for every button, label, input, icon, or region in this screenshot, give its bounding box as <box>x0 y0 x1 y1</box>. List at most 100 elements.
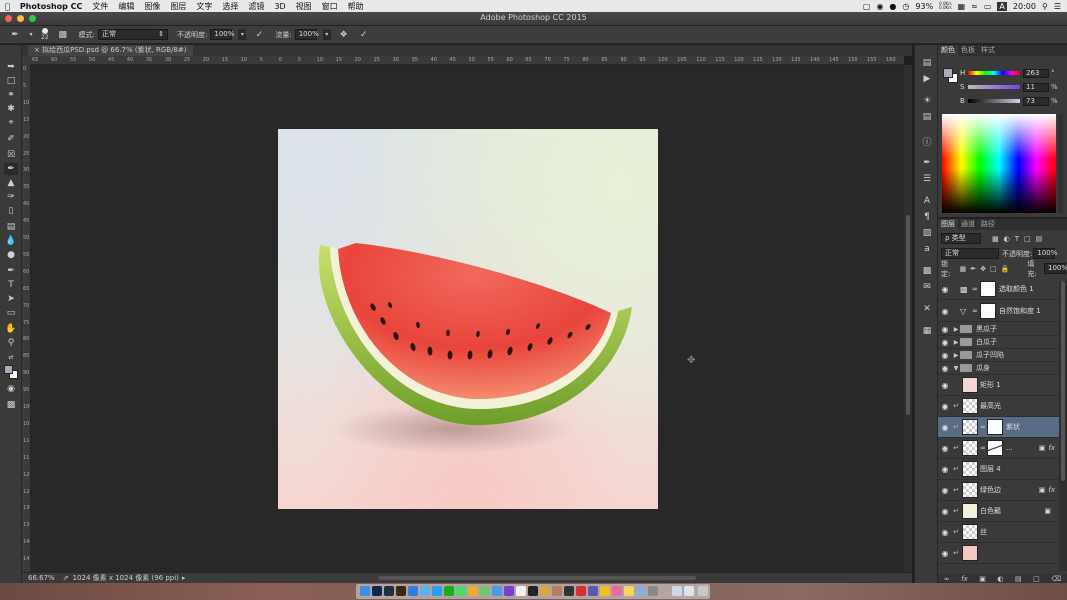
maps-icon[interactable] <box>480 586 490 596</box>
visibility-eye-icon[interactable]: ◉ <box>938 528 952 537</box>
share-icon[interactable]: ⇗ <box>63 574 69 582</box>
history-brush-tool-icon[interactable]: ✑ <box>4 191 18 203</box>
filter-type-icon[interactable]: T <box>1015 235 1019 243</box>
blend-mode-select[interactable]: 正常 <box>941 248 999 259</box>
app-store-icon[interactable] <box>408 586 418 596</box>
color-spectrum[interactable] <box>942 114 1056 213</box>
brightness-input[interactable]: 73 <box>1023 96 1049 106</box>
gradient-tool-icon[interactable]: ▤ <box>4 221 18 233</box>
canvas-area[interactable]: ✥ <box>31 65 904 572</box>
layer-mask-thumbnail[interactable] <box>987 419 1003 435</box>
vertical-ruler[interactable]: 0 5 10 15 20 25 30 35 40 45 50 55 60 65 70 75 80 85 90 95 10… <box>22 65 31 572</box>
visibility-eye-icon[interactable]: ◉ <box>938 351 952 360</box>
menu-layer[interactable]: 图层 <box>165 1 191 12</box>
pressure-opacity-icon[interactable]: ✓ <box>252 28 266 42</box>
layers-scrollbar[interactable] <box>1059 281 1067 571</box>
spectrum-scroll[interactable] <box>1058 114 1063 213</box>
filter-shape-icon[interactable]: □ <box>1024 235 1031 243</box>
itunes-icon[interactable] <box>612 586 622 596</box>
battery-icon[interactable]: ▭ <box>984 2 992 11</box>
brush-tool-icon[interactable]: ✒ <box>8 28 22 42</box>
chevron-right-icon[interactable]: ▶ <box>952 339 960 346</box>
visibility-eye-icon[interactable]: ◉ <box>938 549 952 558</box>
marquee-tool-icon[interactable]: □ <box>4 75 18 87</box>
close-tab-icon[interactable]: × <box>34 46 40 54</box>
fill-input[interactable]: 100% <box>1044 263 1067 274</box>
menu-select[interactable]: 选择 <box>217 1 243 12</box>
notes-icon[interactable]: ✉ <box>920 281 934 293</box>
visibility-eye-icon[interactable]: ◉ <box>938 423 952 432</box>
clock-time[interactable]: 20:00 <box>1013 2 1036 11</box>
eraser-tool-icon[interactable]: ▯ <box>4 205 18 217</box>
pressure-size-icon[interactable]: ✓ <box>357 28 371 42</box>
foreground-color-swatch[interactable] <box>4 365 13 374</box>
layer-effects-icon[interactable]: fx <box>1048 486 1055 494</box>
clone-stamp-tool-icon[interactable]: ▲ <box>4 177 18 189</box>
new-adjustment-icon[interactable]: ◐ <box>997 575 1003 583</box>
layer-group-white-seeds[interactable]: ◉ ▶ 白瓜子 <box>938 336 1059 349</box>
downloads-icon[interactable] <box>672 586 682 596</box>
layer-row-layer-4[interactable]: ◉ ↵ 图层 4 <box>938 459 1059 480</box>
layer-row-vibrance[interactable]: ◉ ▽ ∞ 自然饱和度 1 <box>938 301 1059 322</box>
menu-3d[interactable]: 3D <box>269 2 290 11</box>
tool-presets-icon[interactable]: ✕ <box>920 303 934 315</box>
add-mask-icon[interactable]: ▣ <box>979 575 986 583</box>
canvas-vertical-scrollbar[interactable] <box>904 65 912 572</box>
layer-row-white-pith[interactable]: ◉ ↵ 白色瓤 ▣ <box>938 501 1059 522</box>
clock-icon[interactable]: ◷ <box>902 2 909 11</box>
sliders-icon[interactable]: ☰ <box>920 173 934 185</box>
link-icon[interactable]: ∞ <box>972 307 980 315</box>
layer-thumbnail[interactable] <box>962 377 978 393</box>
wifi-icon[interactable]: ≈ <box>971 2 978 11</box>
cpu-icon[interactable]: ▦ <box>958 2 966 11</box>
trash-icon[interactable]: ⌫ <box>1051 575 1061 583</box>
actions-play-icon[interactable]: ▶ <box>920 73 934 85</box>
visibility-eye-icon[interactable]: ◉ <box>938 307 952 316</box>
brush-preset-picker[interactable]: 22 <box>41 28 49 41</box>
character-icon[interactable]: A <box>920 195 934 207</box>
layer-row-selective-color[interactable]: ◉ ▩ ∞ 选取颜色 1 <box>938 279 1059 300</box>
menu-image[interactable]: 图像 <box>139 1 165 12</box>
screen-mode-icon[interactable]: ▩ <box>4 399 18 411</box>
menu-view[interactable]: 视图 <box>291 1 317 12</box>
github-icon[interactable] <box>564 586 574 596</box>
add-style-icon[interactable]: fx <box>961 575 968 583</box>
hue-slider[interactable] <box>968 71 1020 75</box>
eyedropper-tool-icon[interactable]: ✐ <box>4 133 18 145</box>
preview-icon[interactable] <box>636 586 646 596</box>
saturation-input[interactable]: 11 <box>1023 82 1049 92</box>
search-icon[interactable]: ⚲ <box>1042 2 1048 11</box>
mode-select[interactable]: 正常 ⇕ <box>98 29 168 40</box>
menu-edit[interactable]: 编辑 <box>113 1 139 12</box>
link-layers-icon[interactable]: ∞ <box>944 575 950 583</box>
type-tool-icon[interactable]: T <box>4 279 18 291</box>
tab-color[interactable]: 颜色 <box>938 45 958 56</box>
menu-file[interactable]: 文件 <box>87 1 113 12</box>
new-group-icon[interactable]: ▤ <box>1015 575 1022 583</box>
brush-panel-icon[interactable]: ▩ <box>56 28 70 42</box>
screen-icon[interactable] <box>588 586 598 596</box>
display-icon[interactable]: ▢ <box>863 2 871 11</box>
layer-row-unnamed[interactable]: ◉ ↵ <box>938 543 1059 564</box>
list-icon[interactable]: ☰ <box>1054 2 1061 11</box>
document-tab[interactable]: × 拟绘西瓜PSD.psd @ 66.7% (紫状, RGB/8#) <box>28 45 193 56</box>
menu-filter[interactable]: 滤镜 <box>243 1 269 12</box>
healing-brush-tool-icon[interactable]: ☒ <box>4 149 18 161</box>
zoom-level[interactable]: 66.67% <box>28 574 55 582</box>
tab-layers[interactable]: 图层 <box>938 219 958 230</box>
terminal-icon[interactable] <box>528 586 538 596</box>
layer-mask-thumbnail[interactable] <box>980 303 996 319</box>
tab-styles[interactable]: 样式 <box>978 45 998 56</box>
link-icon[interactable]: ∞ <box>980 444 987 452</box>
chevron-right-icon[interactable]: ▶ <box>952 326 960 333</box>
lock-position-icon[interactable]: ✥ <box>980 265 986 273</box>
filter-smart-icon[interactable]: ▤ <box>1036 235 1043 243</box>
zoom-tool-icon[interactable]: ⚲ <box>4 337 18 349</box>
chevron-down-icon[interactable]: ▾ <box>238 29 247 40</box>
layer-opacity-input[interactable]: 100% <box>1033 248 1057 259</box>
quick-mask-icon[interactable]: ◉ <box>4 383 18 395</box>
mail-icon[interactable] <box>492 586 502 596</box>
layer-row-selected[interactable]: ◉ ↵ ∞ 紫状 <box>938 417 1059 438</box>
chevron-down-icon[interactable]: ▾ <box>28 28 34 42</box>
filter-pixel-icon[interactable]: ▩ <box>992 235 999 243</box>
